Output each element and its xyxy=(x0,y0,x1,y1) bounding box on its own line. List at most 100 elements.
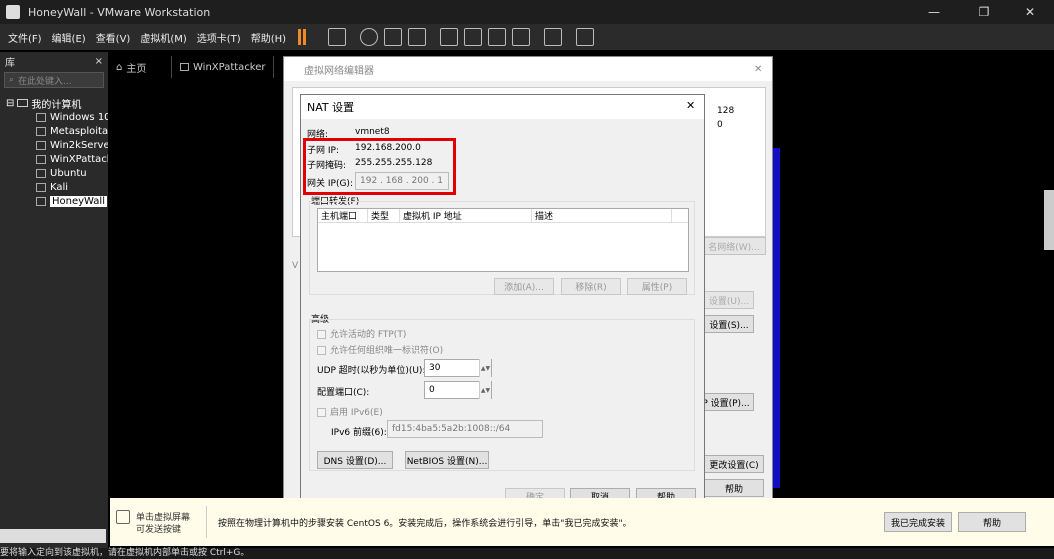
checkbox-label: 允许活动的 FTP(T) xyxy=(330,330,407,340)
vne-settings-button[interactable]: 设置(S)... xyxy=(704,315,754,333)
checkbox-icon xyxy=(317,408,326,417)
netbios-settings-button[interactable]: NetBIOS 设置(N)... xyxy=(405,451,489,469)
vm-icon xyxy=(36,196,46,206)
ipv6-prefix-label: IPv6 前缀(6): xyxy=(331,428,387,438)
vne-close-button[interactable]: ✕ xyxy=(754,64,762,75)
checkbox-label: 允许任何组织唯一标识符(O) xyxy=(330,346,444,356)
minimize-button[interactable]: — xyxy=(910,0,958,24)
install-done-button[interactable]: 我已完成安装 xyxy=(884,512,952,532)
tree-item-kali[interactable]: Kali xyxy=(0,180,108,194)
install-hint-bar: 单击虚拟屏幕 可发送按键 按照在物理计算机中的步骤安装 CentOS 6。安装完… xyxy=(110,498,1054,546)
unity-icon[interactable] xyxy=(512,28,531,46)
menu-view[interactable]: 查看(V) xyxy=(96,30,131,45)
revert-snapshot-icon[interactable] xyxy=(384,28,403,46)
tree-item-honeywall[interactable]: HoneyWall xyxy=(0,194,108,208)
vne-nat-settings-button[interactable]: 设置(U)... xyxy=(704,291,754,309)
checkbox-label: 启用 IPv6(E) xyxy=(330,408,383,418)
tab-home[interactable]: ⌂ 主页 xyxy=(110,56,172,78)
window-title: HoneyWall - VMware Workstation xyxy=(28,5,211,19)
title-bar: HoneyWall - VMware Workstation — ❐ ✕ xyxy=(0,0,1054,24)
tree-item-metasploitable[interactable]: Metasploitable xyxy=(0,124,108,138)
vne-help-button[interactable]: 帮助 xyxy=(704,479,764,497)
tree-item-win2kserver[interactable]: Win2kServer xyxy=(0,138,108,152)
library-scrollbar[interactable] xyxy=(0,529,106,543)
col-host-port[interactable]: 主机端口 xyxy=(318,209,368,222)
hint-message: 按照在物理计算机中的步骤安装 CentOS 6。安装完成后，操作系统会进行引导，… xyxy=(218,519,632,529)
tab-label: WinXPattacker xyxy=(193,61,266,73)
col-vm-ip[interactable]: 虚拟机 IP 地址 xyxy=(400,209,532,222)
vne-dhcp-settings-button[interactable]: P 设置(P)... xyxy=(698,393,754,411)
highlight-annotation-box xyxy=(303,138,456,195)
checkbox-icon xyxy=(317,330,326,339)
menu-edit[interactable]: 编辑(E) xyxy=(52,30,86,45)
menu-help[interactable]: 帮助(H) xyxy=(251,30,286,45)
full-screen-icon[interactable] xyxy=(488,28,507,46)
tree-item-label: Metasploitable xyxy=(50,125,108,137)
menu-tabs[interactable]: 选项卡(T) xyxy=(197,30,241,45)
col-description[interactable]: 描述 xyxy=(532,209,672,222)
tree-item-label: Win2kServer xyxy=(50,139,108,151)
search-icon: ⌕ xyxy=(9,75,15,85)
vm-scrollbar[interactable] xyxy=(1044,190,1054,250)
add-button[interactable]: 添加(A)... xyxy=(494,278,554,295)
menu-file[interactable]: 文件(F) xyxy=(8,30,42,45)
collapse-icon[interactable]: ⊟ xyxy=(6,98,14,109)
vm-icon xyxy=(36,182,46,192)
vne-titlebar: 虚拟网络编辑器 ✕ xyxy=(284,57,772,81)
hint-divider xyxy=(206,506,207,538)
status-text: 要将输入定向到该虚拟机，请在虚拟机内部单击或按 Ctrl+G。 xyxy=(0,548,250,558)
properties-button[interactable]: 属性(P) xyxy=(627,278,687,295)
menu-vm[interactable]: 虚拟机(M) xyxy=(140,30,186,45)
vne-rename-button[interactable]: 名网络(W)... xyxy=(702,237,766,255)
library-search-input[interactable]: ⌕ 在此处键入... xyxy=(4,72,104,88)
library-close-icon[interactable]: × xyxy=(95,56,103,67)
port-forward-header-row: 主机端口 类型 虚拟机 IP 地址 描述 xyxy=(318,209,688,223)
vne-cell-fragment: 0 xyxy=(717,120,723,130)
tree-root-my-computer[interactable]: ⊟ 我的计算机 xyxy=(0,96,108,111)
tab-label: 主页 xyxy=(126,63,147,75)
allow-ftp-checkbox[interactable]: 允许活动的 FTP(T) xyxy=(317,327,406,340)
vm-icon xyxy=(36,112,46,122)
vm-tab-icon xyxy=(180,63,189,71)
tree-item-label: WinXPattacker xyxy=(50,153,108,165)
allow-oui-checkbox[interactable]: 允许任何组织唯一标识符(O) xyxy=(317,343,443,356)
console-view-icon[interactable] xyxy=(544,28,563,46)
tab-winxpattacker[interactable]: WinXPattacker xyxy=(174,56,274,78)
library-panel: 库 × ⌕ 在此处键入... ⊟ 我的计算机 Windows 10 Metasp… xyxy=(0,52,108,548)
ipv6-prefix-field[interactable]: fd15:4ba5:5a2b:1008::/64 xyxy=(387,420,543,438)
config-port-input[interactable]: 0 ▲▼ xyxy=(424,381,492,399)
tree-item-winxpattacker[interactable]: WinXPattacker xyxy=(0,152,108,166)
home-icon: ⌂ xyxy=(116,61,123,73)
config-port-spinner-icon[interactable]: ▲▼ xyxy=(479,381,491,399)
tree-item-label: HoneyWall xyxy=(50,195,107,207)
enable-ipv6-checkbox[interactable]: 启用 IPv6(E) xyxy=(317,405,383,418)
nat-close-button[interactable]: ✕ xyxy=(686,99,695,112)
menu-bar: 文件(F) 编辑(E) 查看(V) 虚拟机(M) 选项卡(T) 帮助(H) xyxy=(0,24,1054,50)
library-header: 库 × xyxy=(0,52,108,70)
config-port-value: 0 xyxy=(429,385,435,395)
stretch-guest-icon[interactable] xyxy=(576,28,595,46)
library-search-placeholder: 在此处键入... xyxy=(18,76,72,87)
udp-timeout-input[interactable]: 30 ▲▼ xyxy=(424,359,492,377)
snapshot-icon[interactable] xyxy=(360,28,379,46)
dns-settings-button[interactable]: DNS 设置(D)... xyxy=(317,451,393,469)
tree-item-ubuntu[interactable]: Ubuntu xyxy=(0,166,108,180)
show-library-icon[interactable] xyxy=(440,28,459,46)
udp-timeout-value: 30 xyxy=(429,363,441,373)
nat-dialog-title: NAT 设置 xyxy=(307,101,355,114)
port-forward-table[interactable]: 主机端口 类型 虚拟机 IP 地址 描述 xyxy=(317,208,689,272)
hint-help-button[interactable]: 帮助 xyxy=(958,512,1026,532)
udp-timeout-spinner-icon[interactable]: ▲▼ xyxy=(479,359,491,377)
vne-apply-changes-button[interactable]: 更改设置(C) xyxy=(704,455,764,473)
send-ctrl-alt-del-icon[interactable] xyxy=(328,28,347,46)
thumbnail-bar-icon[interactable] xyxy=(464,28,483,46)
remove-button[interactable]: 移除(R) xyxy=(561,278,621,295)
checkbox-icon xyxy=(317,346,326,355)
col-type[interactable]: 类型 xyxy=(368,209,400,222)
tree-item-windows10[interactable]: Windows 10 xyxy=(0,110,108,124)
maximize-button[interactable]: ❐ xyxy=(960,0,1008,24)
close-button[interactable]: ✕ xyxy=(1006,0,1054,24)
vm-icon xyxy=(36,126,46,136)
pause-icon[interactable] xyxy=(298,29,308,45)
snapshot-manager-icon[interactable] xyxy=(408,28,427,46)
